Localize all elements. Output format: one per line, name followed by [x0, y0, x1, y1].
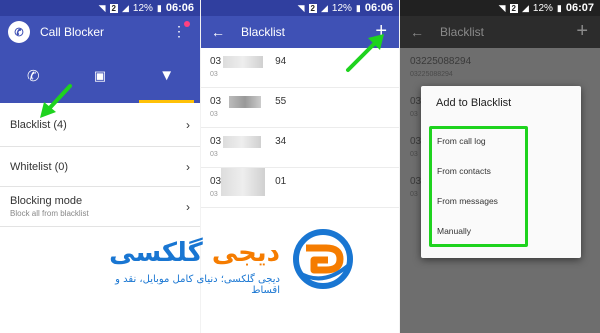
watermark-title-blue: گلکسی [109, 238, 203, 268]
message-icon: ▣ [93, 67, 107, 83]
battery-percent: 12% [132, 2, 153, 14]
battery-icon: ▮ [355, 2, 361, 13]
signal-icon: ◢ [320, 2, 328, 13]
entry-number-prefix: 03 [210, 176, 222, 187]
tab-bar: ✆ ▣ ▼ [0, 48, 200, 103]
entry-number-suffix: 94 [275, 56, 287, 67]
green-arrow-icon [346, 34, 384, 72]
overflow-menu-icon[interactable]: ⋮ [172, 24, 186, 38]
status-bar: ◥ 2 ◢ 12% ▮ 06:07 [400, 0, 600, 16]
back-arrow-icon[interactable]: ← [211, 24, 225, 40]
option-from-contacts[interactable]: From contacts [437, 166, 491, 176]
battery-icon: ▮ [556, 2, 562, 13]
blocking-mode-item[interactable]: Blocking mode Block all from blacklist › [0, 187, 200, 227]
signal-icon: ◢ [121, 2, 129, 13]
clock: 06:06 [165, 2, 194, 14]
entry-number-suffix: 01 [275, 176, 287, 187]
entry-number-prefix: 03 [210, 96, 222, 107]
app-logo-icon: ✆ [8, 21, 30, 43]
option-from-call-log[interactable]: From call log [437, 136, 486, 146]
chevron-right-icon: › [186, 159, 190, 174]
blacklist-entry[interactable]: 03 34 03 [201, 128, 399, 168]
clock: 06:07 [565, 2, 594, 14]
wifi-icon: ◥ [498, 2, 506, 13]
page-title: Blacklist [440, 25, 485, 39]
dimmed-entry: 03225088294 03225088294 [400, 56, 600, 78]
add-icon[interactable]: + [576, 20, 588, 43]
wifi-icon: ◥ [297, 2, 305, 13]
option-from-messages[interactable]: From messages [437, 196, 498, 206]
app-bar: ✆ Call Blocker ⋮ [0, 16, 200, 48]
chevron-right-icon: › [186, 117, 190, 132]
watermark-subtitle: دیجی گلکسی؛ دنیای کامل موبایل، نقد و اقس… [115, 274, 280, 296]
redaction-blur [221, 168, 265, 196]
chevron-right-icon: › [186, 199, 190, 214]
entry-sub: 03 [210, 111, 218, 118]
entry-number-suffix: 34 [275, 136, 287, 147]
watermark-title-orange: دیجی [211, 238, 280, 268]
blacklist-entry[interactable]: 03 55 03 [201, 88, 399, 128]
app-title: Call Blocker [40, 25, 105, 39]
entry-number-suffix: 55 [275, 96, 287, 107]
redaction-blur [223, 136, 261, 148]
sim-badge: 2 [109, 3, 118, 13]
signal-icon: ◢ [521, 2, 529, 13]
option-manually[interactable]: Manually [437, 226, 471, 236]
green-arrow-icon [40, 84, 72, 118]
battery-icon: ▮ [156, 2, 162, 13]
blocking-mode-value: Block all from blacklist [10, 209, 89, 218]
watermark-title: دیجی گلکسی [100, 238, 280, 268]
whitelist-label: Whitelist (0) [10, 160, 69, 173]
page-title: Blacklist [241, 25, 286, 39]
wifi-icon: ◥ [98, 2, 106, 13]
entry-number-prefix: 03 [210, 136, 222, 147]
battery-percent: 12% [331, 2, 352, 14]
filter-icon: ▼ [159, 67, 175, 84]
add-to-blacklist-dialog: Add to Blacklist From call log From cont… [421, 86, 581, 258]
blocking-mode-label: Blocking mode [10, 195, 83, 207]
screenshot-collage: ◥ 2 ◢ 12% ▮ 06:06 ✆ Call Blocker ⋮ ✆ ▣ ▼… [0, 0, 600, 333]
clock: 06:06 [364, 2, 393, 14]
redaction-blur [229, 96, 261, 108]
redaction-blur [223, 56, 263, 68]
back-arrow-icon[interactable]: ← [410, 24, 424, 40]
brand-logo-icon [293, 229, 353, 289]
entry-number: 03225088294 [410, 56, 472, 67]
whitelist-item[interactable]: Whitelist (0) › [0, 147, 200, 187]
tab-messages[interactable]: ▣ [67, 48, 134, 103]
entry-sub: 03 [210, 151, 218, 158]
tab-filter[interactable]: ▼ [133, 48, 200, 103]
sim-badge: 2 [308, 3, 317, 13]
status-bar: ◥ 2 ◢ 12% ▮ 06:06 [201, 0, 399, 16]
blacklist-item[interactable]: Blacklist (4) › [0, 103, 200, 147]
status-bar: ◥ 2 ◢ 12% ▮ 06:06 [0, 0, 200, 16]
blacklist-entry[interactable]: 03 01 03 [201, 168, 399, 208]
entry-sub: 03225088294 [410, 71, 453, 78]
dialog-title: Add to Blacklist [436, 97, 512, 109]
sim-badge: 2 [509, 3, 518, 13]
battery-percent: 12% [532, 2, 553, 14]
entry-number-prefix: 03 [210, 56, 222, 67]
app-bar: ← Blacklist + [400, 16, 600, 48]
